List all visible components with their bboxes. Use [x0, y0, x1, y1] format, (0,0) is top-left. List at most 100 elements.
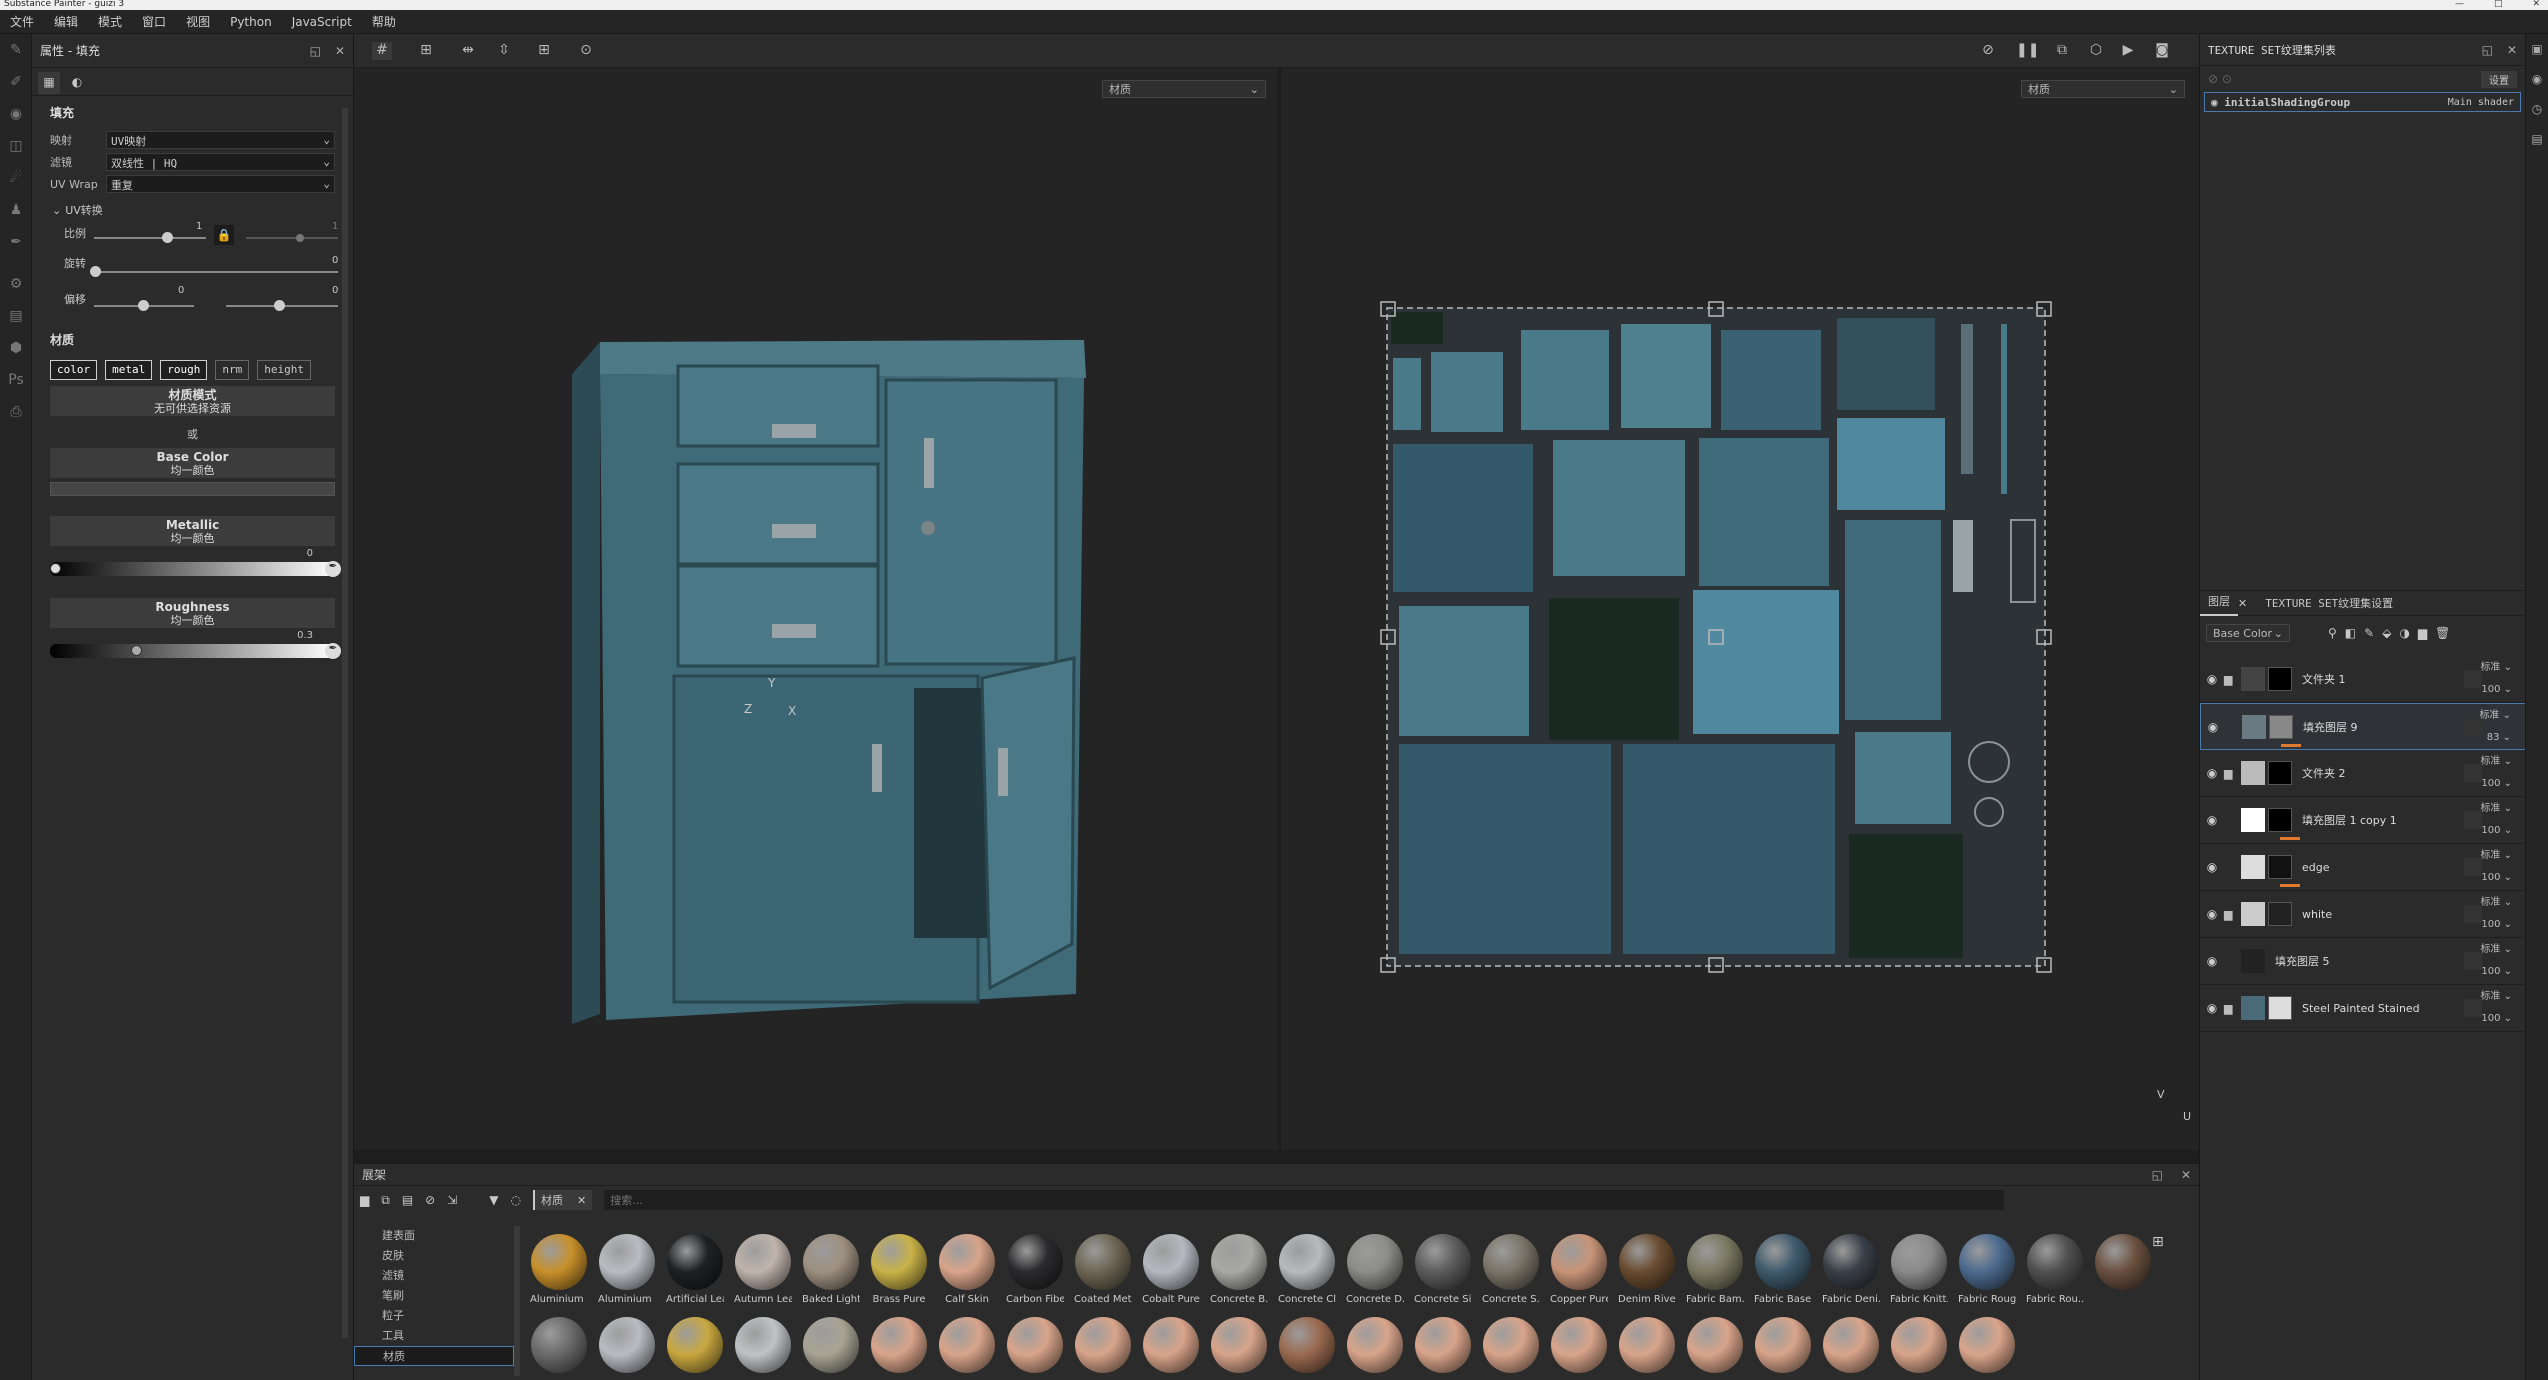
- material-thumbnail[interactable]: Carbon Fiber: [1006, 1234, 1064, 1307]
- material-thumbnail[interactable]: [1550, 1316, 1608, 1375]
- shelf-search-input[interactable]: [604, 1190, 2005, 1210]
- layer-opacity[interactable]: 100 ⌄: [2480, 679, 2512, 701]
- rotate-slider-knob[interactable]: [90, 266, 101, 277]
- layer-row[interactable]: ◉ ▆ 文件夹 1 标准 ⌄ 100 ⌄: [2200, 656, 2526, 703]
- add-folder-icon[interactable]: ▆: [2418, 626, 2427, 640]
- layer-mask-thumbnail[interactable]: [2268, 808, 2292, 832]
- texset-dock-icon[interactable]: ▣: [2526, 34, 2548, 64]
- float-panel-icon[interactable]: ◱: [310, 44, 321, 58]
- rotate-slider-track[interactable]: [94, 271, 338, 273]
- material-thumbnail[interactable]: [1278, 1316, 1336, 1375]
- material-thumbnail[interactable]: [938, 1316, 996, 1375]
- material-thumbnail[interactable]: Fabric Rou...: [2026, 1234, 2084, 1307]
- material-thumbnail[interactable]: Fabric Rough: [1958, 1234, 2016, 1307]
- texset-list-item[interactable]: ◉ initialShadingGroup Main shader: [2204, 92, 2521, 112]
- close-icon[interactable]: ✕: [2238, 597, 2247, 610]
- layer-mask-thumbnail[interactable]: [2269, 714, 2293, 739]
- blend-mode-select[interactable]: 标准 ⌄: [2480, 986, 2512, 1008]
- smudge-icon[interactable]: ☄: [0, 162, 32, 194]
- roughness-slider[interactable]: ✒: [50, 643, 341, 659]
- material-thumbnail[interactable]: [2094, 1234, 2152, 1307]
- tab-texset-settings[interactable]: TEXTURE SET纹理集设置: [2265, 595, 2393, 611]
- material-thumbnail[interactable]: [1754, 1316, 1812, 1375]
- layer-mask-thumbnail[interactable]: [2268, 667, 2292, 691]
- fill-props-tab-icon[interactable]: ▦: [38, 72, 60, 94]
- material-thumbnail[interactable]: Brass Pure: [870, 1234, 928, 1307]
- material-thumbnail[interactable]: [1890, 1316, 1948, 1375]
- add-fill-layer-icon[interactable]: ⬙: [2382, 626, 2391, 640]
- layer-opacity[interactable]: 83 ⌄: [2479, 727, 2511, 749]
- offset-v-slider-knob[interactable]: [274, 300, 285, 311]
- eye-icon[interactable]: ◉: [2200, 954, 2224, 968]
- material-thumbnail[interactable]: Concrete Cl...: [1278, 1234, 1336, 1307]
- symmetry-icon[interactable]: ⇳: [494, 42, 514, 60]
- material-thumbnail[interactable]: [1142, 1316, 1200, 1375]
- maximize-button[interactable]: □: [2494, 0, 2503, 9]
- base-color-swatch[interactable]: [50, 482, 335, 496]
- layer-mask-toggle[interactable]: [2464, 905, 2482, 923]
- eye-icon[interactable]: ◉: [2200, 907, 2224, 921]
- eye-icon[interactable]: ◉: [2200, 813, 2224, 827]
- new-folder-icon[interactable]: ⧉: [381, 1193, 390, 1208]
- material-thumbnail[interactable]: Coated Metal: [1074, 1234, 1132, 1307]
- material-thumbnail[interactable]: [870, 1316, 928, 1375]
- add-icon[interactable]: ⊞: [534, 42, 554, 60]
- layer-mask-toggle[interactable]: [2464, 952, 2482, 970]
- scale-slider-track[interactable]: [94, 237, 206, 239]
- close-panel-icon[interactable]: ✕: [2507, 43, 2517, 57]
- filter-icon[interactable]: ▼: [489, 1193, 498, 1207]
- texset-toggle-icons[interactable]: ⊘ ⊙: [2208, 72, 2232, 86]
- mask-icon[interactable]: ◧: [2345, 626, 2356, 640]
- geometry-mask-icon[interactable]: ◫: [0, 130, 32, 162]
- layer-mask-thumbnail[interactable]: [2268, 761, 2292, 785]
- folder-icon[interactable]: ▆: [360, 1193, 369, 1207]
- menu-edit[interactable]: 编辑: [44, 13, 88, 30]
- eye-icon[interactable]: ◉: [2200, 766, 2224, 780]
- material-thumbnail[interactable]: [1074, 1316, 1132, 1375]
- layer-row[interactable]: ◉ ▆ white 标准 ⌄ 100 ⌄: [2200, 891, 2526, 938]
- channel-select[interactable]: Base Color ⌄: [2206, 624, 2290, 642]
- metallic-button[interactable]: Metallic 均一颜色: [50, 516, 335, 546]
- eye-icon[interactable]: ◉: [2201, 720, 2225, 734]
- material-thumbnail[interactable]: Concrete Si...: [1414, 1234, 1472, 1307]
- add-mask-icon[interactable]: ◑: [2399, 626, 2409, 640]
- blend-mode-select[interactable]: 标准 ⌄: [2480, 939, 2512, 961]
- material-thumbnail[interactable]: Concrete S...: [1482, 1234, 1540, 1307]
- offset-u-slider-knob[interactable]: [138, 300, 149, 311]
- menu-python[interactable]: Python: [220, 15, 282, 29]
- blend-mode-select[interactable]: 标准 ⌄: [2480, 657, 2512, 679]
- texset-item-shader[interactable]: Main shader: [2448, 97, 2514, 108]
- material-thumbnail[interactable]: Cobalt Pure: [1142, 1234, 1200, 1307]
- refresh-icon[interactable]: ◌: [511, 1193, 521, 1207]
- shelf-filter-tab[interactable]: 材质 ✕: [533, 1190, 593, 1210]
- layer-row[interactable]: ◉ edge 标准 ⌄ 100 ⌄: [2200, 844, 2526, 891]
- viewport-3d[interactable]: 材质 ⌄ Y Z X: [354, 68, 1278, 1150]
- material-thumbnail[interactable]: Baked Light...: [802, 1234, 860, 1307]
- cube-icon[interactable]: ⬡: [2086, 42, 2106, 60]
- close-panel-icon[interactable]: ✕: [2181, 1168, 2191, 1182]
- channel-metal-toggle[interactable]: metal: [105, 360, 153, 380]
- minimize-button[interactable]: —: [2455, 0, 2464, 9]
- shelf-category-item[interactable]: 滤镜: [354, 1266, 514, 1286]
- roughness-button[interactable]: Roughness 均一颜色: [50, 598, 335, 628]
- layer-opacity[interactable]: 100 ⌄: [2480, 961, 2512, 983]
- channel-height-toggle[interactable]: height: [257, 360, 311, 380]
- material-thumbnail[interactable]: [1686, 1316, 1744, 1375]
- display-settings-icon[interactable]: ◉: [2526, 64, 2548, 94]
- float-panel-icon[interactable]: ◱: [2482, 43, 2493, 57]
- paint-brush-icon[interactable]: ✎: [0, 34, 32, 66]
- menu-javascript[interactable]: JavaScript: [282, 15, 362, 29]
- menu-view[interactable]: 视图: [176, 13, 220, 30]
- layer-mask-toggle[interactable]: [2464, 670, 2482, 688]
- texset-settings-button[interactable]: 设置: [2481, 70, 2517, 88]
- add-paint-layer-icon[interactable]: ✎: [2364, 626, 2374, 640]
- clone-icon[interactable]: ♟: [0, 194, 32, 226]
- close-window-button[interactable]: ✕: [2532, 0, 2540, 9]
- grid-size-icon[interactable]: ⊞: [2152, 1234, 2164, 1250]
- hide-icon[interactable]: ⊘: [1978, 42, 1998, 60]
- material-thumbnail[interactable]: Fabric Knitt...: [1890, 1234, 1948, 1307]
- material-thumbnail[interactable]: Concrete B...: [1210, 1234, 1268, 1307]
- layer-row[interactable]: ◉ 填充图层 1 copy 1 标准 ⌄ 100 ⌄: [2200, 797, 2526, 844]
- material-thumbnail[interactable]: Fabric Bam...: [1686, 1234, 1744, 1307]
- layer-mask-toggle[interactable]: [2464, 811, 2482, 829]
